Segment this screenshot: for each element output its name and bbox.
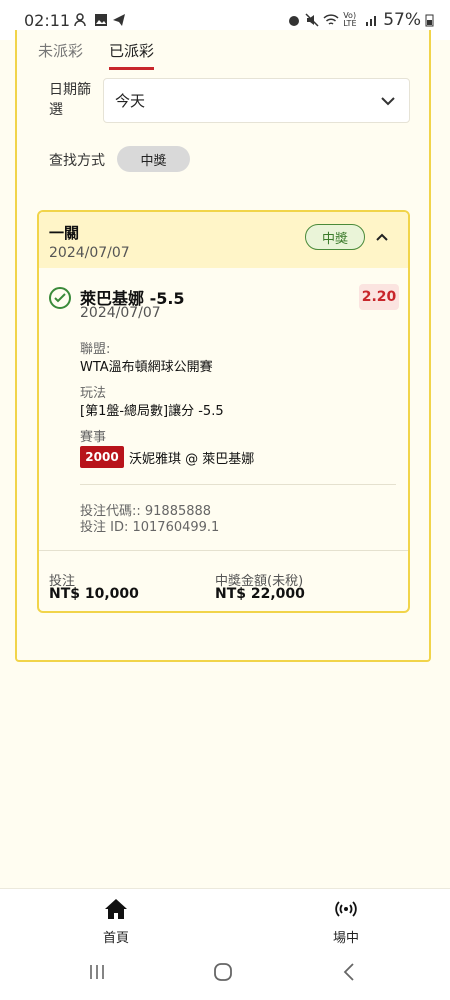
status-time: 02:11 [24,10,71,30]
nav-home-label: 首頁 [102,931,129,946]
divider [39,550,408,551]
wifi-icon [323,14,339,25]
mute-icon [305,13,319,27]
bet-id: 投注 ID: 101760499.1 [80,520,220,535]
chevron-down-icon [381,96,395,105]
market-value: [第1盤-總局數]讓分 -5.5 [80,404,224,419]
date-filter-select[interactable]: 今天 [103,78,410,123]
lte-label: Vo) LTE [343,11,357,28]
chevron-up-icon[interactable] [375,232,389,242]
payout-value: NT$ 22,000 [215,586,305,602]
won-status-badge: 中獎 [305,224,365,250]
date-filter-value: 今天 [115,92,146,110]
nav-live-label: 場中 [332,931,359,946]
gallery-icon [95,14,108,26]
find-method-label: 查找方式 [49,153,105,169]
recent-apps-button[interactable] [88,962,106,986]
league-value: WTA溫布頓網球公開賽 [80,360,213,375]
date-filter-label: 日期篩選 [49,82,91,118]
divider [80,484,396,485]
home-icon [105,899,127,919]
people-icon [74,13,86,27]
home-button[interactable] [213,962,233,987]
event-label: 賽事 [80,430,107,445]
signal-icon [366,16,377,26]
back-button[interactable] [342,962,356,987]
event-id-badge: 2000 [80,446,124,468]
check-circle-icon [49,287,71,309]
home-circle-icon [214,963,232,981]
bet-card: 一關 2024/07/07 中獎 萊巴基娜 -5.5 2024/07/07 2.… [37,210,410,613]
status-left: 02:11 [24,11,126,30]
find-method-chip[interactable]: 中獎 [117,146,190,172]
live-broadcast-icon [335,901,357,917]
nav-live[interactable]: 場中 [306,897,386,946]
alarm-icon [289,16,300,26]
market-label: 玩法 [80,386,107,401]
back-icon [343,963,354,981]
tab-unsettled[interactable]: 未派彩 [38,40,83,70]
nav-home[interactable]: 首頁 [76,897,156,946]
event-name: 沃妮雅琪 @ 萊巴基娜 [129,452,255,467]
league-label: 聯盟: [80,342,111,357]
telegram-icon [113,14,126,26]
status-right: Vo) LTE 57% [287,10,434,30]
tab-settled[interactable]: 已派彩 [109,40,155,70]
bet-card-header[interactable]: 一關 2024/07/07 中獎 [39,212,408,268]
selection-date: 2024/07/07 [80,305,161,321]
payout-tabs: 未派彩 已派彩 [38,40,155,70]
recent-apps-icon [90,965,104,979]
battery-percent: 57% [383,10,421,30]
battery-icon [425,14,434,27]
odds-badge: 2.20 [359,284,399,310]
stake-value: NT$ 10,000 [49,586,139,602]
